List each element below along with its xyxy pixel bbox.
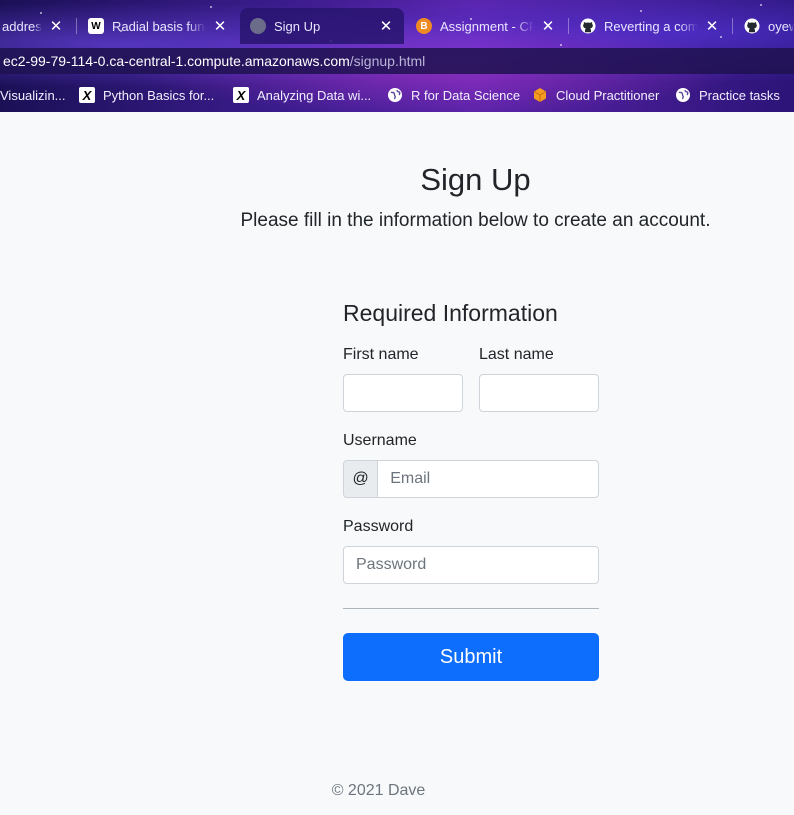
- bookmark-label: Cloud Practitioner: [556, 87, 660, 103]
- tab-label: Radial basis function: [112, 18, 206, 34]
- name-row: First name Last name: [343, 346, 599, 412]
- tab-sign-up[interactable]: Sign Up ✕: [240, 8, 404, 44]
- tab-radial-basis-function[interactable]: W Radial basis function ✕: [78, 8, 238, 44]
- tab-label: oyew: [768, 18, 794, 34]
- browser-chrome: address ✕ W Radial basis function ✕ Sign…: [0, 0, 794, 112]
- tab-separator: [76, 18, 77, 34]
- globe-icon: [675, 87, 691, 103]
- url-path: /signup.html: [349, 53, 426, 69]
- bookmark-label: Practice tasks: [699, 87, 780, 103]
- at-sign-addon: @: [343, 460, 378, 498]
- close-icon[interactable]: ✕: [704, 17, 720, 35]
- username-input-group: @: [343, 460, 599, 498]
- signup-form: Required Information First name Last nam…: [343, 300, 599, 681]
- wikipedia-icon: W: [88, 18, 104, 34]
- aws-cube-icon: [532, 87, 548, 103]
- page-title: Sign Up: [420, 162, 531, 197]
- tab-label: address: [2, 18, 42, 34]
- close-icon[interactable]: ✕: [48, 17, 64, 35]
- tab-label: Assignment - CP: [440, 18, 534, 34]
- bookmark-label: Analyzing Data wi...: [257, 87, 372, 103]
- github-icon: [580, 18, 596, 34]
- tab-label: Reverting a commit: [604, 18, 698, 34]
- tab-assignment[interactable]: B Assignment - CP ✕: [406, 8, 566, 44]
- close-icon[interactable]: ✕: [212, 17, 228, 35]
- bookmark-python-basics[interactable]: X Python Basics for...: [79, 87, 214, 103]
- page-subtitle: Please fill in the information below to …: [240, 210, 711, 231]
- bookmark-label: R for Data Science: [411, 87, 521, 103]
- first-name-label: First name: [343, 346, 419, 363]
- form-divider: [343, 608, 599, 609]
- close-icon[interactable]: ✕: [540, 17, 556, 35]
- password-label: Password: [343, 518, 414, 535]
- address-bar[interactable]: ec2-99-79-114-0.ca-central-1.compute.ama…: [0, 48, 794, 74]
- tab-reverting-a-commit[interactable]: Reverting a commit ✕: [570, 8, 730, 44]
- bookmarks-bar: Visualizin... X Python Basics for... X A…: [0, 78, 794, 112]
- globe-icon: [387, 87, 403, 103]
- close-icon[interactable]: ✕: [378, 17, 394, 35]
- username-group: Username @: [343, 432, 599, 498]
- edx-x-icon: X: [233, 87, 249, 103]
- tab-strip: address ✕ W Radial basis function ✕ Sign…: [0, 8, 794, 44]
- globe-icon: [250, 18, 266, 34]
- password-input[interactable]: [343, 546, 599, 584]
- last-name-group: Last name: [479, 346, 599, 412]
- github-icon: [744, 18, 760, 34]
- bookmark-practice-tasks[interactable]: Practice tasks: [675, 87, 780, 103]
- edx-x-icon: X: [79, 87, 95, 103]
- first-name-input[interactable]: [343, 374, 463, 412]
- username-label: Username: [343, 432, 417, 449]
- tab-address[interactable]: address ✕: [0, 8, 74, 44]
- tab-separator: [732, 18, 733, 34]
- brightspace-icon: B: [416, 18, 432, 34]
- section-title: Required Information: [343, 300, 558, 326]
- bookmark-analyzing-data[interactable]: X Analyzing Data wi...: [233, 87, 371, 103]
- bookmark-visualizing[interactable]: Visualizin...: [0, 88, 66, 103]
- tab-oyew[interactable]: oyew: [734, 8, 794, 44]
- submit-button[interactable]: Submit: [343, 633, 599, 681]
- footer-copyright: © 2021 Dave: [331, 782, 426, 799]
- bookmark-label: Visualizin...: [0, 87, 66, 103]
- bookmark-cloud-practitioner[interactable]: Cloud Practitioner: [532, 87, 659, 103]
- bookmark-label: Python Basics for...: [103, 87, 215, 103]
- first-name-group: First name: [343, 346, 463, 412]
- last-name-input[interactable]: [479, 374, 599, 412]
- username-input[interactable]: [377, 460, 599, 498]
- tab-separator: [568, 18, 569, 34]
- password-group: Password: [343, 518, 599, 584]
- bookmark-r-for-data-science[interactable]: R for Data Science: [387, 87, 520, 103]
- url-host: ec2-99-79-114-0.ca-central-1.compute.ama…: [3, 53, 350, 69]
- tab-label: Sign Up: [274, 18, 321, 34]
- last-name-label: Last name: [479, 346, 554, 363]
